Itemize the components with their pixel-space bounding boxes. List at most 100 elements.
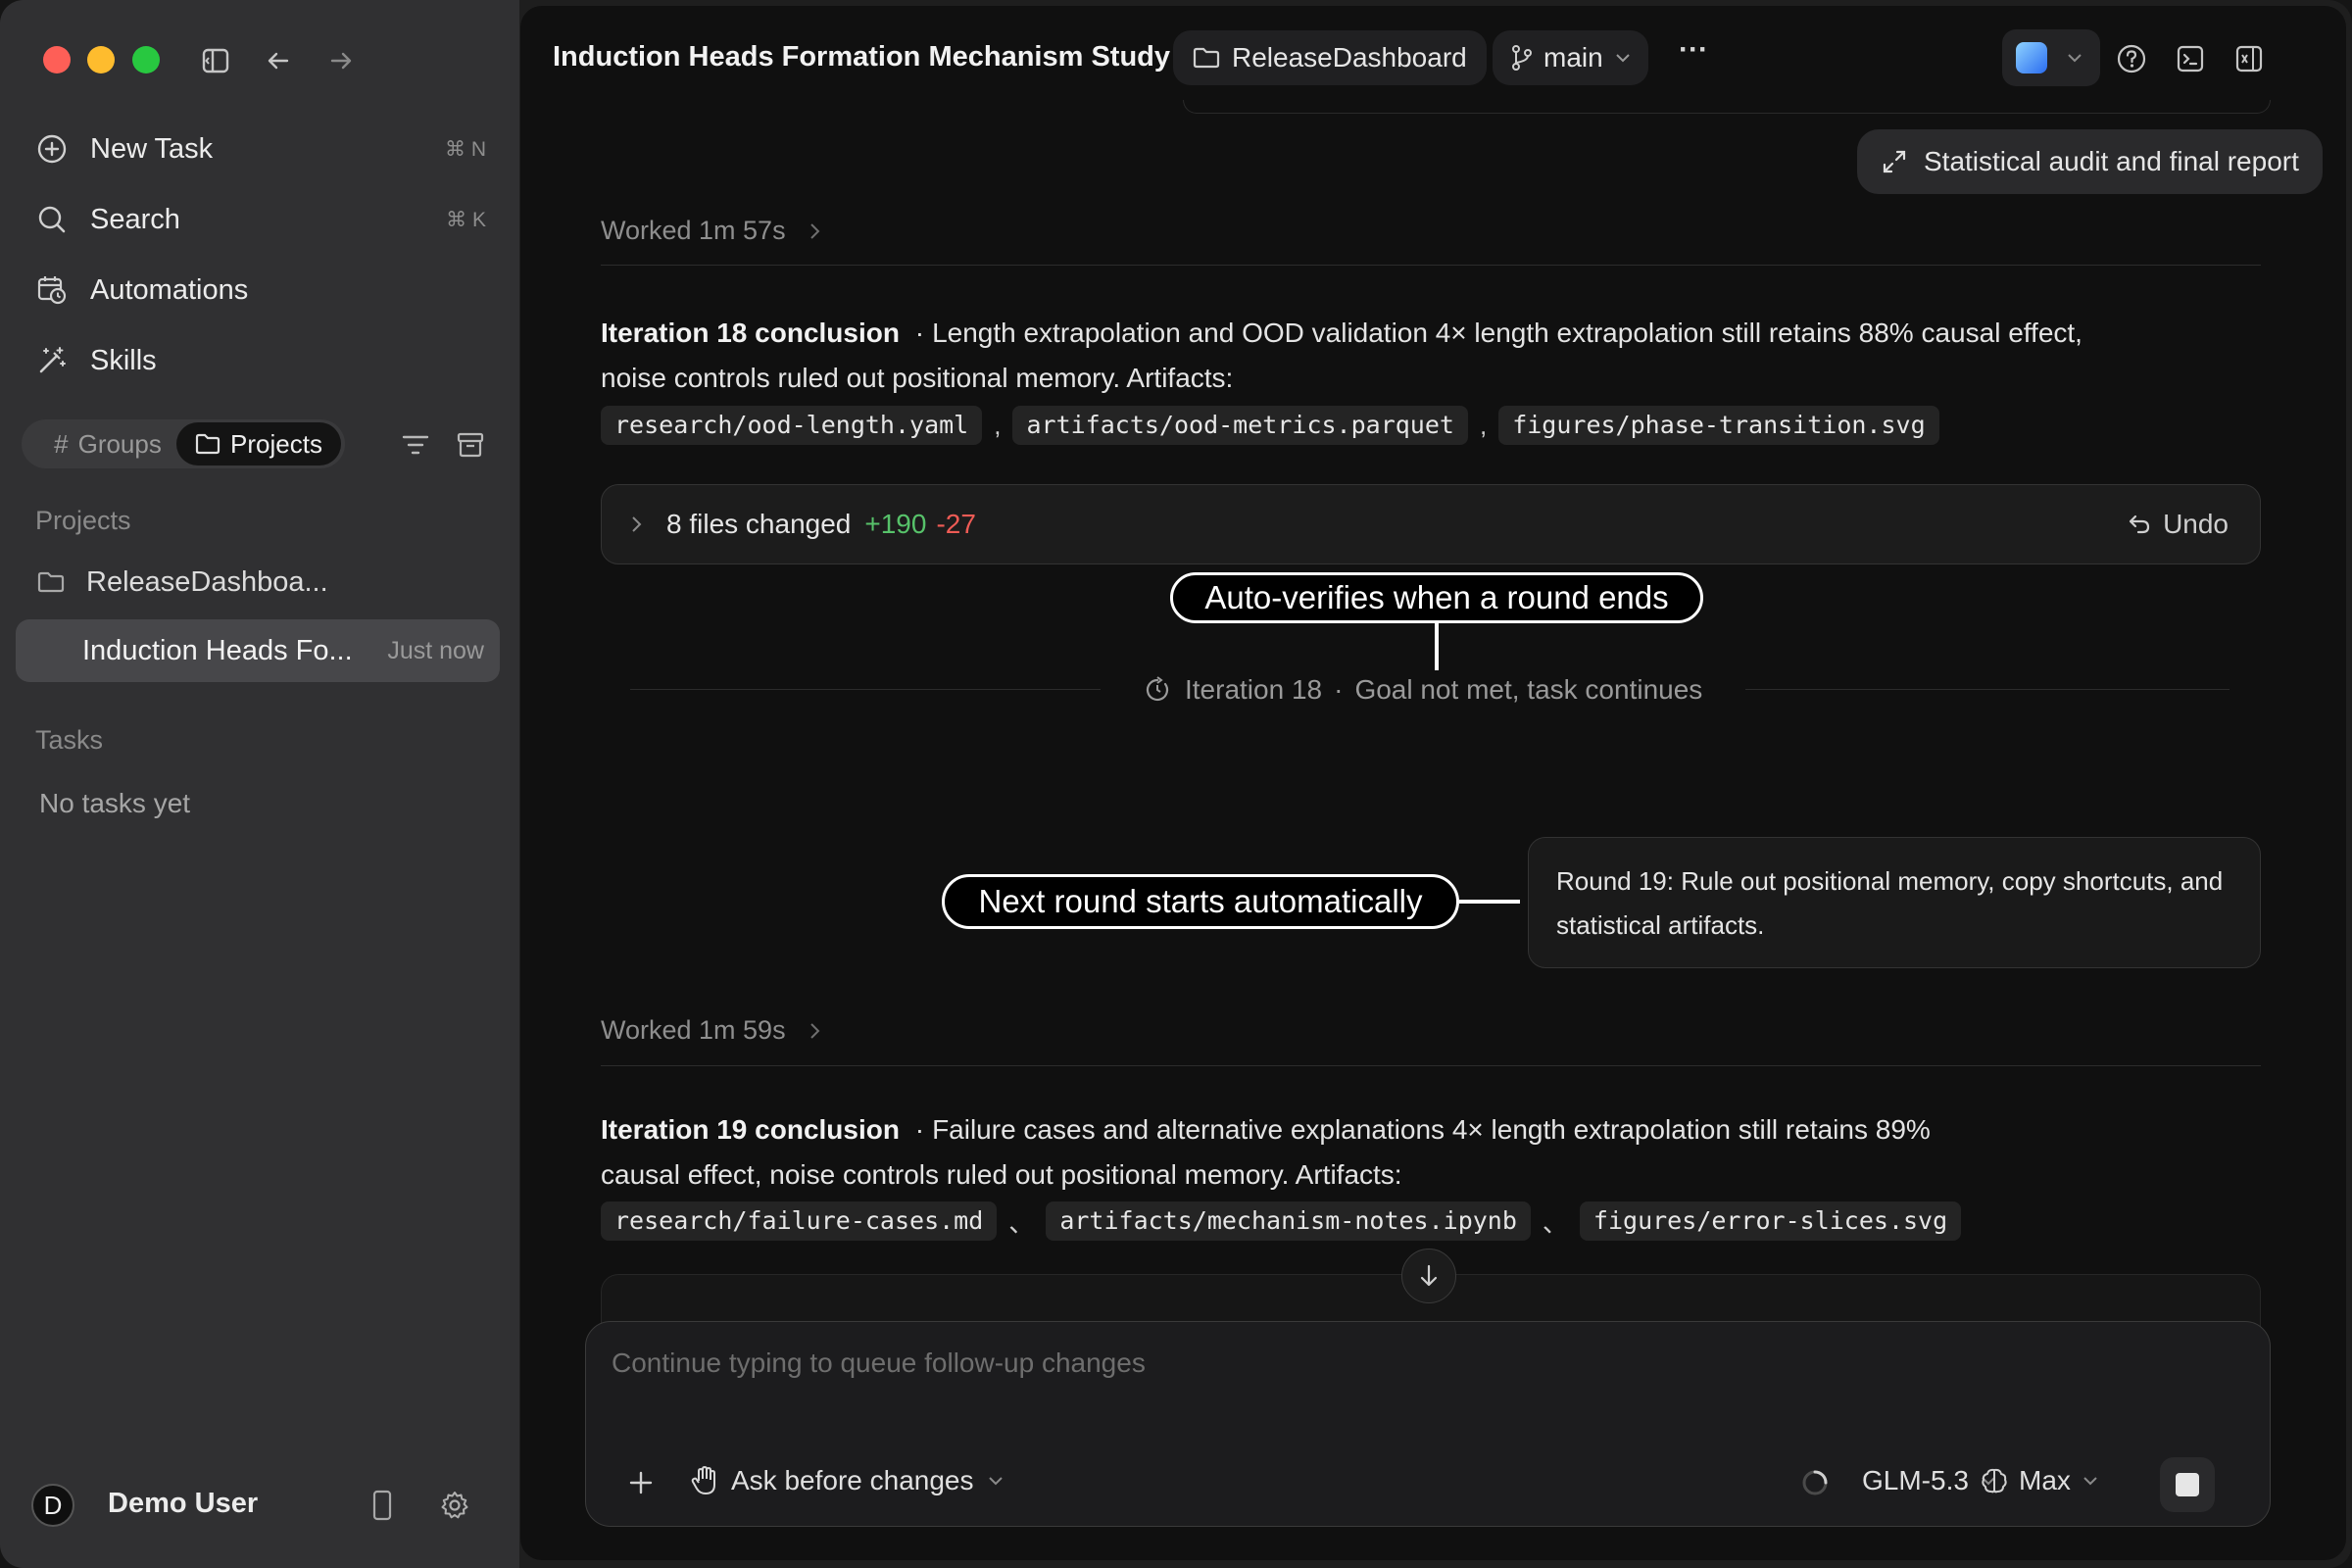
scroll-to-bottom-button[interactable] xyxy=(1401,1249,1456,1303)
chevron-down-icon xyxy=(988,1476,1004,1486)
annotation-auto-verify: Auto-verifies when a round ends xyxy=(1170,572,1703,623)
expand-icon xyxy=(1881,148,1908,175)
undo-icon xyxy=(2128,514,2151,535)
iteration-18-artifacts: research/ood-length.yaml , artifacts/ood… xyxy=(601,406,1939,445)
back-arrow-icon[interactable] xyxy=(261,43,296,78)
worked-label: Worked 1m 59s xyxy=(601,1015,786,1045)
project-item-label: ReleaseDashboa... xyxy=(86,565,328,598)
archive-icon[interactable] xyxy=(451,425,490,465)
project-item-induction-heads[interactable]: Induction Heads Fo... Just now xyxy=(16,619,500,682)
loading-spinner-icon xyxy=(1795,1463,1835,1502)
divider xyxy=(1745,689,2230,690)
minimize-window-button[interactable] xyxy=(87,46,115,74)
iteration-19-conclusion: Iteration 19 conclusion · Failure cases a… xyxy=(601,1107,2012,1198)
avatar[interactable]: D xyxy=(31,1484,74,1527)
nav-skills[interactable]: Skills xyxy=(35,333,486,388)
nav-label: Automations xyxy=(90,273,249,306)
tasks-section-header: Tasks xyxy=(35,725,104,755)
main-panel: Induction Heads Formation Mechanism Stud… xyxy=(520,6,2346,1560)
more-options-button[interactable]: ··· xyxy=(1679,33,1708,67)
artifact-link[interactable]: figures/error-slices.svg xyxy=(1579,1201,1962,1241)
segment-projects[interactable]: Projects xyxy=(176,422,341,466)
branch-label: main xyxy=(1544,42,1603,73)
projects-section-header: Projects xyxy=(35,506,131,535)
panel-toggle-icon[interactable] xyxy=(2230,39,2269,78)
nav-new-task[interactable]: New Task ⌘ N xyxy=(35,122,486,176)
artifact-link[interactable]: figures/phase-transition.svg xyxy=(1498,406,1939,445)
app-switcher-button[interactable] xyxy=(2002,29,2100,86)
chevron-down-icon xyxy=(1615,53,1631,63)
chevron-right-icon xyxy=(809,222,821,240)
files-changed-label: 8 files changed xyxy=(666,509,852,539)
forward-arrow-icon[interactable] xyxy=(323,43,359,78)
permission-mode-selector[interactable]: Ask before changes xyxy=(690,1465,1004,1496)
permission-mode-label: Ask before changes xyxy=(731,1465,974,1495)
artifact-link[interactable]: research/ood-length.yaml xyxy=(601,406,983,445)
status-text: Goal not met, task continues xyxy=(1354,674,1703,705)
chevron-right-icon xyxy=(809,1022,821,1040)
round-19-message: Round 19: Rule out positional memory, co… xyxy=(1528,837,2261,968)
tasks-empty-text: No tasks yet xyxy=(39,788,191,818)
filter-icon[interactable] xyxy=(396,425,435,465)
gear-icon[interactable] xyxy=(435,1486,474,1525)
chevron-right-icon xyxy=(631,515,643,533)
stop-icon xyxy=(2176,1473,2199,1496)
segment-projects-label: Projects xyxy=(230,428,322,459)
maximize-window-button[interactable] xyxy=(132,46,160,74)
arrow-down-icon xyxy=(1417,1263,1441,1289)
audit-report-label: Statistical audit and final report xyxy=(1924,146,2299,176)
iteration-18-conclusion: Iteration 18 conclusion · Length extrapol… xyxy=(601,311,2130,401)
model-selector[interactable]: GLM-5.3 xyxy=(1862,1465,1996,1496)
artifact-link[interactable]: artifacts/mechanism-notes.ipynb xyxy=(1046,1201,1531,1241)
shortcut-hint: ⌘ K xyxy=(446,208,486,231)
user-name[interactable]: Demo User xyxy=(108,1488,258,1520)
undo-button[interactable]: Undo xyxy=(2128,509,2229,540)
nav-automations[interactable]: Automations xyxy=(35,263,486,318)
composer-input[interactable]: Continue typing to queue follow-up chang… xyxy=(612,1348,2238,1379)
artifact-link[interactable]: artifacts/ood-metrics.parquet xyxy=(1012,406,1468,445)
iteration-19-artifacts: research/failure-cases.md 、 artifacts/me… xyxy=(601,1201,1962,1241)
nav-label: New Task xyxy=(90,132,214,165)
composer: Continue typing to queue follow-up chang… xyxy=(585,1321,2271,1527)
folder-icon xyxy=(37,570,65,594)
effort-selector[interactable]: Max xyxy=(1980,1465,2098,1496)
sidebar: New Task ⌘ N Search ⌘ K Automations Skil… xyxy=(0,0,519,1568)
files-changed-card[interactable]: 8 files changed +190 -27 Undo xyxy=(601,484,2261,564)
folder-chip[interactable]: ReleaseDashboard xyxy=(1173,30,1487,85)
separator: · xyxy=(914,318,925,348)
annotation-connector xyxy=(1435,623,1439,670)
sidebar-toggle-icon[interactable] xyxy=(198,43,233,78)
undo-label: Undo xyxy=(2163,509,2229,539)
audit-report-chip[interactable]: Statistical audit and final report xyxy=(1857,129,2323,194)
model-label: GLM-5.3 xyxy=(1862,1465,1969,1495)
separator: , xyxy=(994,410,1002,440)
stop-button[interactable] xyxy=(2160,1457,2215,1512)
mobile-device-icon[interactable] xyxy=(363,1486,402,1525)
worked-duration-2[interactable]: Worked 1m 59s xyxy=(601,1015,821,1046)
add-attachment-icon[interactable] xyxy=(621,1463,661,1502)
segment-groups[interactable]: # Groups xyxy=(25,422,190,466)
lines-added: +190 xyxy=(864,509,927,539)
help-icon[interactable] xyxy=(2112,39,2151,78)
git-branch-icon xyxy=(1510,44,1534,72)
iteration-title: Iteration 18 conclusion xyxy=(601,318,900,348)
iteration-title: Iteration 19 conclusion xyxy=(601,1114,900,1145)
project-item-releasedashboard[interactable]: ReleaseDashboa... xyxy=(16,555,500,610)
close-window-button[interactable] xyxy=(43,46,71,74)
chevron-down-icon xyxy=(2067,53,2082,63)
annotation-next-round: Next round starts automatically xyxy=(942,874,1459,929)
lines-removed: -27 xyxy=(936,509,976,539)
worked-duration-1[interactable]: Worked 1m 57s xyxy=(601,216,821,246)
hand-icon xyxy=(690,1465,719,1496)
separator: 、 xyxy=(1542,1207,1568,1238)
shortcut-hint: ⌘ N xyxy=(445,137,486,161)
separator: 、 xyxy=(1008,1207,1035,1238)
project-item-time: Just now xyxy=(387,636,484,664)
separator: · xyxy=(1334,674,1344,705)
nav-search[interactable]: Search ⌘ K xyxy=(35,192,486,247)
branch-selector[interactable]: main xyxy=(1493,30,1648,85)
terminal-icon[interactable] xyxy=(2171,39,2210,78)
artifact-link[interactable]: research/failure-cases.md xyxy=(601,1201,998,1241)
worked-label: Worked 1m 57s xyxy=(601,216,786,245)
app-window: New Task ⌘ N Search ⌘ K Automations Skil… xyxy=(0,0,2352,1568)
